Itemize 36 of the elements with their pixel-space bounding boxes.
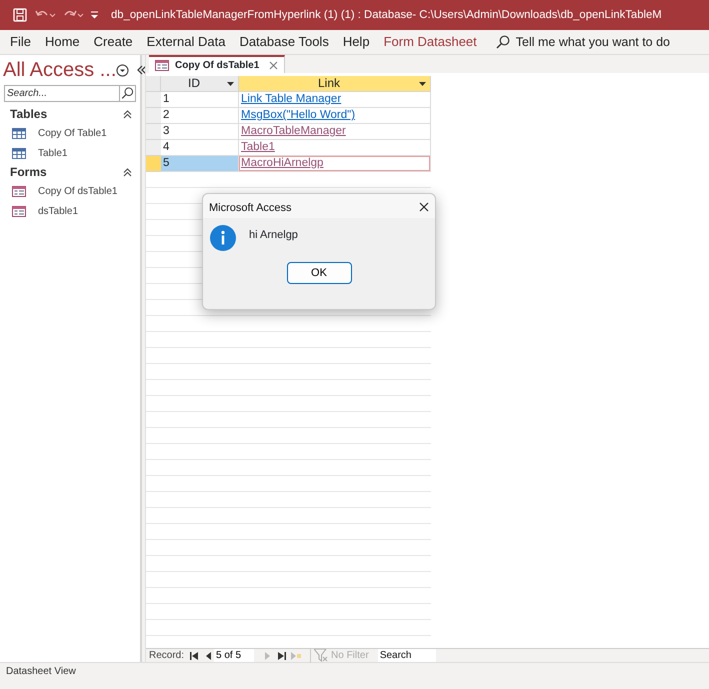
status-text: Datasheet View [6, 665, 76, 679]
nav-item[interactable]: dsTable1 [38, 204, 78, 218]
nav-item[interactable]: Copy Of Table1 [38, 126, 107, 140]
table-cell: 5 [161, 156, 239, 172]
hyperlink[interactable]: MacroHiArnelgp [241, 157, 324, 169]
dialog-message: hi Arnelgp [249, 228, 298, 243]
tell-me-field[interactable]: Tell me what you want to do [516, 32, 696, 52]
record-label: Record: [149, 649, 184, 663]
ribbon-tab[interactable]: Form Datasheet [376, 32, 484, 52]
window-title: db_openLinkTableManagerFromHyperlink (1) (1) : Database- C:\Users\Admin\Downloads\db_openLinkTableM [110, 8, 662, 23]
table-cell: 3 [161, 124, 239, 140]
dialog-title: Microsoft Access [209, 201, 292, 216]
table-cell: 2 [161, 108, 239, 124]
hyperlink[interactable]: Table1 [241, 141, 275, 153]
ribbon-tab[interactable]: Help [336, 32, 377, 52]
nav-group-header[interactable]: Forms [10, 163, 47, 181]
record-search-field[interactable]: Search [378, 649, 436, 662]
document-tab[interactable]: Copy Of dsTable1 [149, 55, 286, 73]
column-header[interactable]: ID [161, 76, 239, 92]
nav-item[interactable]: Table1 [38, 146, 68, 160]
nav-pane-title[interactable]: All Access ... [3, 58, 116, 82]
ok-button[interactable]: OK [286, 262, 352, 284]
hyperlink[interactable]: MsgBox("Hello Word") [241, 109, 356, 121]
ribbon-tab[interactable]: Home [38, 32, 87, 52]
table-cell: 1 [161, 92, 239, 108]
column-header[interactable]: Link [239, 76, 431, 92]
hyperlink[interactable]: Link Table Manager [241, 93, 342, 105]
nav-search-field[interactable]: Search... [4, 85, 119, 102]
ribbon-tab[interactable]: External Data [140, 32, 232, 52]
nav-item[interactable]: Copy Of dsTable1 [38, 184, 118, 198]
ribbon-tab[interactable]: Create [86, 32, 140, 52]
ribbon-tab[interactable]: File [3, 32, 38, 52]
record-position-field[interactable]: 5 of 5 [214, 649, 254, 662]
ribbon-tab[interactable]: Database Tools [232, 32, 336, 52]
hyperlink[interactable]: MacroTableManager [241, 125, 346, 137]
nav-group-header[interactable]: Tables [10, 105, 48, 123]
